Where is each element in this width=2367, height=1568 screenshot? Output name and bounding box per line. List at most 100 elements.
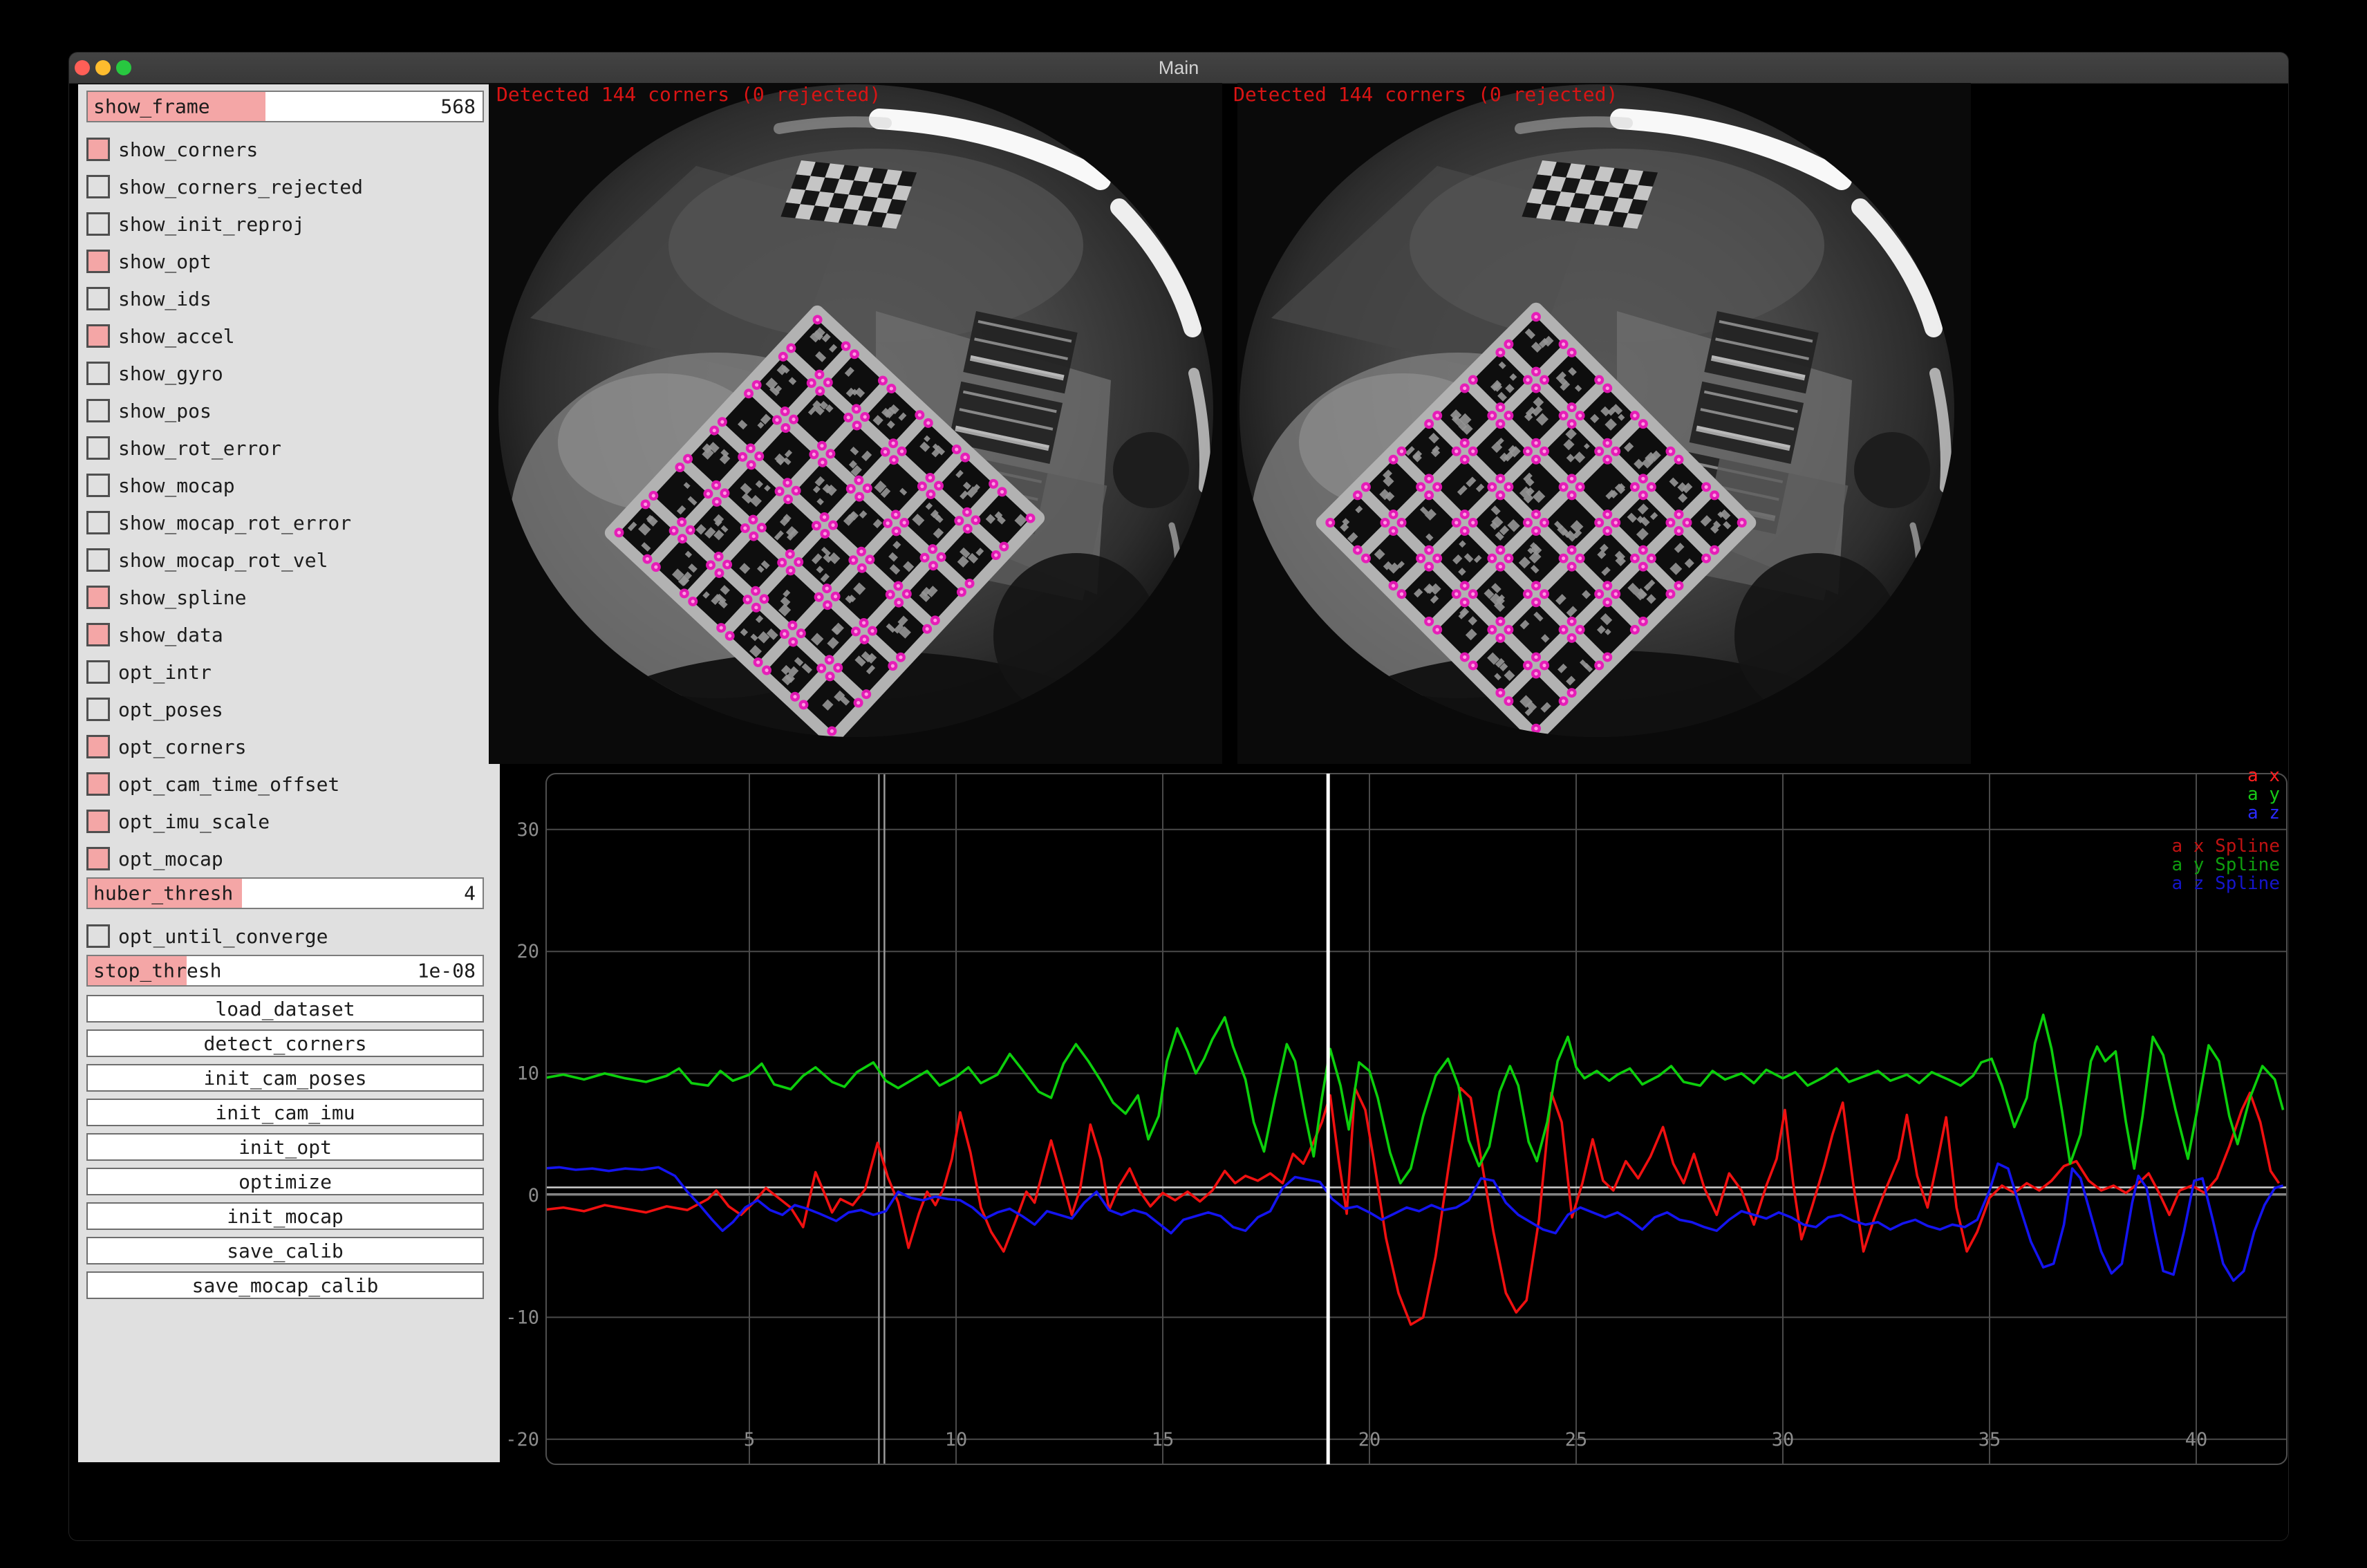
slider-label: stop_thresh (93, 960, 221, 982)
checkbox-label: opt_intr (118, 661, 212, 684)
checkbox-label: opt_cam_time_offset (118, 773, 339, 796)
unchecked-checkbox-icon[interactable] (86, 548, 110, 572)
unchecked-checkbox-icon[interactable] (86, 175, 110, 198)
y-tick-label: 0 (528, 1185, 539, 1206)
unchecked-checkbox-icon[interactable] (86, 362, 110, 385)
x-tick-label: 15 (1152, 1429, 1175, 1450)
checkbox-show_corners_rejected[interactable]: show_corners_rejected (86, 168, 484, 205)
legend-entry: a z Spline (2171, 873, 2280, 894)
zoom-button[interactable] (116, 60, 131, 75)
button-init_cam_imu[interactable]: init_cam_imu (86, 1099, 484, 1126)
checkbox-opt_mocap[interactable]: opt_mocap (86, 840, 484, 877)
checked-checkbox-icon[interactable] (86, 250, 110, 273)
legend-entry: a x Spline (2171, 836, 2280, 857)
close-button[interactable] (75, 60, 90, 75)
checkbox-show_mocap[interactable]: show_mocap (86, 467, 484, 504)
slider-stop_thresh[interactable]: stop_thresh 1e-08 (86, 955, 484, 987)
checked-checkbox-icon[interactable] (86, 735, 110, 758)
slider-value: 568 (440, 95, 476, 118)
y-tick-label: 20 (516, 941, 539, 962)
button-save_calib[interactable]: save_calib (86, 1237, 484, 1264)
checked-checkbox-icon[interactable] (86, 810, 110, 833)
checkbox-show_rot_error[interactable]: show_rot_error (86, 429, 484, 467)
checkbox-show_data[interactable]: show_data (86, 616, 484, 653)
legend-entry: a y (2247, 784, 2280, 805)
checkbox-opt_imu_scale[interactable]: opt_imu_scale (86, 803, 484, 840)
checkbox-show_corners[interactable]: show_corners (86, 131, 484, 168)
unchecked-checkbox-icon[interactable] (86, 924, 110, 948)
checkbox-show_ids[interactable]: show_ids (86, 280, 484, 317)
checkbox-label: show_corners_rejected (118, 176, 363, 198)
checkbox-label: opt_poses (118, 698, 223, 721)
checkbox-opt_cam_time_offset[interactable]: opt_cam_time_offset (86, 765, 484, 803)
minimize-button[interactable] (95, 60, 111, 75)
unchecked-checkbox-icon[interactable] (86, 436, 110, 460)
button-save_mocap_calib[interactable]: save_mocap_calib (86, 1271, 484, 1299)
camera-view-right (1237, 83, 1971, 764)
checkbox-opt_poses[interactable]: opt_poses (86, 691, 484, 728)
main-window: Main show_frame568 show_corners show_corne… (69, 53, 2288, 1540)
checkbox-show_init_reproj[interactable]: show_init_reproj (86, 205, 484, 243)
button-init_mocap[interactable]: init_mocap (86, 1202, 484, 1230)
plot-panel: 3020100-10-20510152025303540a xa ya za x… (500, 764, 2288, 1540)
checkbox-label: opt_mocap (118, 848, 223, 870)
checked-checkbox-icon[interactable] (86, 847, 110, 870)
legend-entry: a y Spline (2171, 855, 2280, 875)
checkbox-label: opt_corners (118, 736, 246, 758)
slider-value: 1e-08 (418, 960, 476, 982)
unchecked-checkbox-icon[interactable] (86, 399, 110, 422)
y-tick-label: -10 (505, 1307, 539, 1328)
traffic-lights (75, 53, 131, 83)
unchecked-checkbox-icon[interactable] (86, 212, 110, 236)
slider-show_frame[interactable]: show_frame568 (86, 91, 484, 122)
unchecked-checkbox-icon[interactable] (86, 511, 110, 534)
checked-checkbox-icon[interactable] (86, 623, 110, 646)
button-optimize[interactable]: optimize (86, 1168, 484, 1195)
checkbox-show_spline[interactable]: show_spline (86, 579, 484, 616)
checked-checkbox-icon[interactable] (86, 324, 110, 348)
checkbox-show_mocap_rot_vel[interactable]: show_mocap_rot_vel (86, 541, 484, 579)
checked-checkbox-icon[interactable] (86, 586, 110, 609)
checkbox-label: show_accel (118, 325, 235, 348)
unchecked-checkbox-icon[interactable] (86, 698, 110, 721)
x-tick-label: 35 (1978, 1429, 2001, 1450)
button-detect_corners[interactable]: detect_corners (86, 1029, 484, 1057)
unchecked-checkbox-icon[interactable] (86, 660, 110, 684)
checkbox-show_mocap_rot_error[interactable]: show_mocap_rot_error (86, 504, 484, 541)
checkbox-label: show_rot_error (118, 437, 281, 460)
checked-checkbox-icon[interactable] (86, 138, 110, 161)
window-title: Main (69, 57, 2288, 79)
wall-checkerboard (780, 160, 917, 229)
accel-plot[interactable]: 3020100-10-20510152025303540a xa ya za x… (500, 764, 2288, 1540)
slider-label: huber_thresh (93, 882, 233, 905)
fisheye-image-cam1 (1237, 83, 1971, 764)
checkbox-label: show_corners (118, 138, 258, 161)
checkbox-show_opt[interactable]: show_opt (86, 243, 484, 280)
titlebar[interactable]: Main (69, 53, 2288, 84)
checkbox-label: show_init_reproj (118, 213, 305, 236)
unchecked-checkbox-icon[interactable] (86, 287, 110, 310)
button-init_opt[interactable]: init_opt (86, 1133, 484, 1161)
checkbox-opt_intr[interactable]: opt_intr (86, 653, 484, 691)
slider-huber_thresh[interactable]: huber_thresh 4 (86, 877, 484, 909)
y-tick-label: 30 (516, 819, 539, 841)
checkbox-opt_corners[interactable]: opt_corners (86, 728, 484, 765)
checkbox-opt_until_converge[interactable]: opt_until_converge (86, 917, 484, 955)
unchecked-checkbox-icon[interactable] (86, 474, 110, 497)
checked-checkbox-icon[interactable] (86, 772, 110, 796)
checkbox-label: show_spline (118, 586, 246, 609)
checkbox-label: show_data (118, 624, 223, 646)
y-tick-label: 10 (516, 1063, 539, 1085)
camera-view-left (489, 83, 1222, 764)
checkbox-label: show_mocap (118, 474, 235, 497)
slider-value: 4 (464, 882, 476, 905)
x-tick-label: 40 (2185, 1429, 2208, 1450)
checkbox-show_gyro[interactable]: show_gyro (86, 355, 484, 392)
checkbox-show_pos[interactable]: show_pos (86, 392, 484, 429)
checkbox-label: show_ids (118, 288, 212, 310)
checkbox-show_accel[interactable]: show_accel (86, 317, 484, 355)
button-init_cam_poses[interactable]: init_cam_poses (86, 1064, 484, 1092)
detection-status-cam1: Detected 144 corners (0 rejected) (1233, 83, 1618, 106)
checkbox-label: show_mocap_rot_error (118, 512, 351, 534)
button-load_dataset[interactable]: load_dataset (86, 995, 484, 1023)
